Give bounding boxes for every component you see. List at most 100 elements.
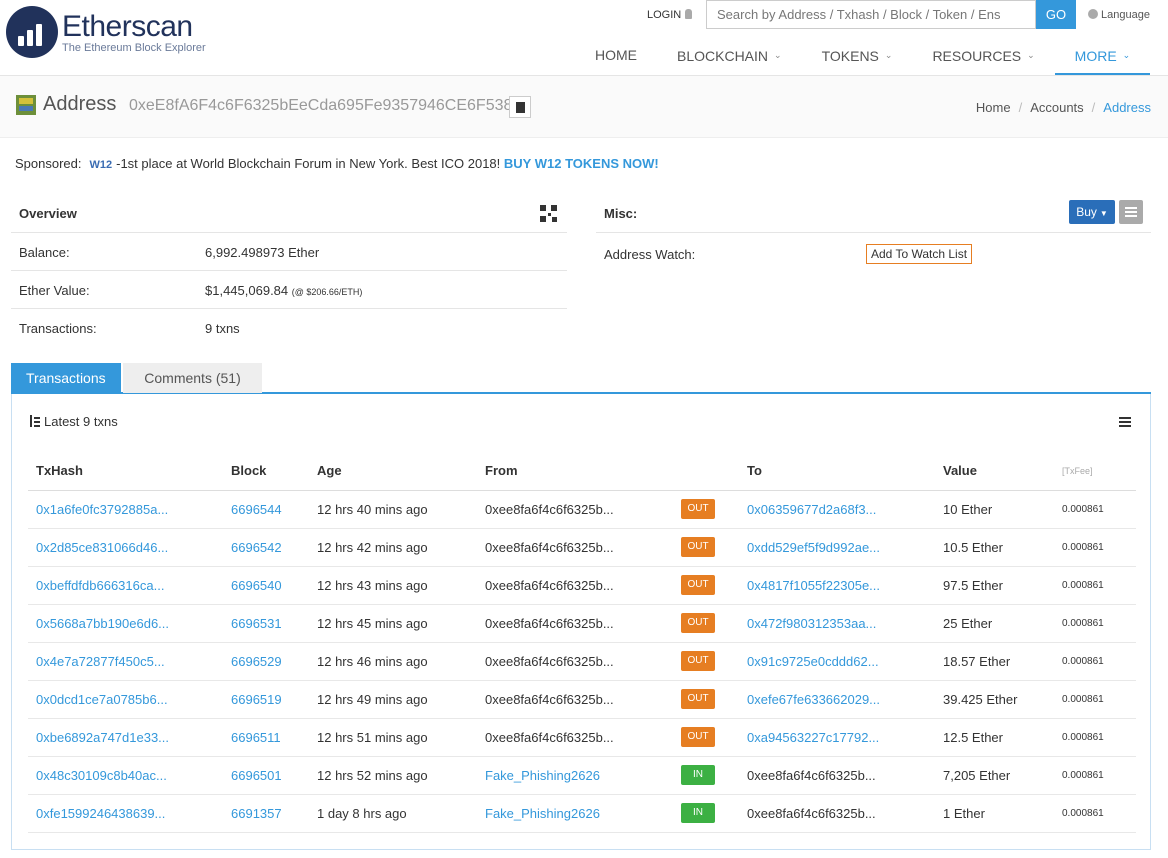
logo-icon xyxy=(6,6,58,58)
address-hash: 0xeE8fA6F4c6F6325bEeCda695Fe9357946CE6F5… xyxy=(129,97,513,114)
nav-home[interactable]: HOME xyxy=(575,35,657,75)
more-options-button[interactable] xyxy=(1119,200,1143,224)
copy-address-button[interactable] xyxy=(509,96,531,118)
nav-resources-label: RESOURCES xyxy=(932,48,1022,64)
from-address[interactable]: Fake_Phishing2626 xyxy=(485,806,600,821)
block-link[interactable]: 6696519 xyxy=(231,692,282,707)
hamburger-menu-icon[interactable] xyxy=(1119,417,1131,427)
table-row: 0x48c30109c8b40ac... 6696501 12 hrs 52 min… xyxy=(28,756,1136,795)
tx-hash-link[interactable]: 0xfe1599246438639... xyxy=(36,806,165,821)
to-address[interactable]: 0xefe67fe633662029... xyxy=(747,692,880,707)
tx-fee: 0.000861 xyxy=(1054,604,1136,643)
from-address: 0xee8fa6f4c6f6325b... xyxy=(485,501,614,517)
tx-age: 12 hrs 51 mins ago xyxy=(309,718,477,757)
login-label: LOGIN xyxy=(647,9,682,21)
language-selector[interactable]: Language xyxy=(1088,9,1150,21)
nav-blockchain[interactable]: BLOCKCHAIN ⌄ xyxy=(657,35,802,75)
block-link[interactable]: 6696542 xyxy=(231,540,282,555)
buy-dropdown-button[interactable]: Buy ▼ xyxy=(1069,200,1115,224)
tx-value: 10.5 Ether xyxy=(935,528,1054,567)
col-direction xyxy=(673,452,739,491)
from-address: 0xee8fa6f4c6f6325b... xyxy=(485,729,614,745)
tx-value: 18.57 Ether xyxy=(935,642,1054,681)
search-go-button[interactable]: GO xyxy=(1036,0,1076,29)
user-icon xyxy=(685,9,693,19)
transactions-table: TxHash Block Age From To Value [TxFee] 0… xyxy=(28,452,1136,833)
block-link[interactable]: 6691357 xyxy=(231,806,282,821)
tx-hash-link[interactable]: 0xbeffdfdb666316ca... xyxy=(36,578,164,593)
list-icon xyxy=(1125,207,1137,209)
tx-value: 12.5 Ether xyxy=(935,718,1054,757)
balance-row: Balance: 6,992.498973 Ether xyxy=(11,232,567,270)
buy-label: Buy xyxy=(1076,205,1097,219)
from-address: 0xee8fa6f4c6f6325b... xyxy=(485,577,614,593)
tx-hash-link[interactable]: 0x5668a7bb190e6d6... xyxy=(36,616,169,631)
tx-hash-link[interactable]: 0x1a6fe0fc3792885a... xyxy=(36,502,168,517)
direction-badge: OUT xyxy=(681,651,715,671)
ether-value-label: Ether Value: xyxy=(19,283,90,298)
tx-hash-link[interactable]: 0x0dcd1ce7a0785b6... xyxy=(36,692,168,707)
block-link[interactable]: 6696531 xyxy=(231,616,282,631)
col-value: Value xyxy=(935,452,1054,491)
from-address[interactable]: Fake_Phishing2626 xyxy=(485,768,600,783)
tx-hash-link[interactable]: 0x48c30109c8b40ac... xyxy=(36,768,167,783)
sponsor-logo[interactable]: W12 xyxy=(90,159,113,171)
globe-icon xyxy=(1088,9,1098,19)
address-watch-label: Address Watch: xyxy=(604,247,696,262)
table-row: 0xbe6892a747d1e33... 6696511 12 hrs 51 min… xyxy=(28,718,1136,757)
tab-comments[interactable]: Comments (51) xyxy=(123,363,262,393)
login-link[interactable]: LOGIN xyxy=(647,9,693,21)
tab-bar: Transactions Comments (51) xyxy=(11,363,1151,394)
sponsored-cta-link[interactable]: BUY W12 TOKENS NOW! xyxy=(504,156,659,171)
tab-transactions[interactable]: Transactions xyxy=(11,363,121,393)
address-identicon xyxy=(16,95,36,115)
nav-more-label: MORE xyxy=(1074,48,1117,64)
block-link[interactable]: 6696501 xyxy=(231,768,282,783)
search-input[interactable] xyxy=(706,0,1036,29)
block-link[interactable]: 6696544 xyxy=(231,502,282,517)
to-address[interactable]: 0x4817f1055f22305e... xyxy=(747,578,880,593)
block-link[interactable]: 6696529 xyxy=(231,654,282,669)
from-address: 0xee8fa6f4c6f6325b... xyxy=(485,615,614,631)
table-row: 0xbeffdfdb666316ca... 6696540 12 hrs 43 mi… xyxy=(28,566,1136,605)
col-to: To xyxy=(739,452,935,491)
copy-icon xyxy=(516,102,525,113)
nav-more[interactable]: MORE ⌄ xyxy=(1054,35,1151,75)
tx-hash-link[interactable]: 0xbe6892a747d1e33... xyxy=(36,730,169,745)
direction-badge: IN xyxy=(681,765,715,785)
breadcrumb-accounts[interactable]: Accounts xyxy=(1030,100,1083,115)
transactions-value: 9 txns xyxy=(205,321,240,336)
tx-hash-link[interactable]: 0x2d85ce831066d46... xyxy=(36,540,168,555)
direction-badge: OUT xyxy=(681,575,715,595)
table-row: 0x5668a7bb190e6d6... 6696531 12 hrs 45 min… xyxy=(28,604,1136,643)
tx-value: 25 Ether xyxy=(935,604,1054,643)
to-address[interactable]: 0xa94563227c17792... xyxy=(747,730,879,745)
logo-tagline: The Ethereum Block Explorer xyxy=(62,42,206,54)
to-address[interactable]: 0x91c9725e0cddd62... xyxy=(747,654,879,669)
tx-hash-link[interactable]: 0x4e7a72877f450c5... xyxy=(36,654,165,669)
balance-label: Balance: xyxy=(19,245,70,260)
nav-resources[interactable]: RESOURCES ⌄ xyxy=(912,35,1054,75)
from-address: 0xee8fa6f4c6f6325b... xyxy=(485,691,614,707)
breadcrumb-home[interactable]: Home xyxy=(976,100,1011,115)
balance-value: 6,992.498973 Ether xyxy=(205,245,320,260)
etherscan-logo[interactable]: Etherscan The Ethereum Block Explorer xyxy=(6,4,226,64)
direction-badge: OUT xyxy=(681,613,715,633)
tx-age: 12 hrs 52 mins ago xyxy=(309,756,477,795)
block-link[interactable]: 6696540 xyxy=(231,578,282,593)
to-address[interactable]: 0x06359677d2a68f3... xyxy=(747,502,876,517)
breadcrumb-address: Address xyxy=(1103,100,1151,115)
tx-fee: 0.000861 xyxy=(1054,528,1136,567)
to-address[interactable]: 0x472f980312353aa... xyxy=(747,616,876,631)
block-link[interactable]: 6696511 xyxy=(231,730,281,745)
ether-value: $1,445,069.84 (@ $206.66/ETH) xyxy=(205,283,362,298)
add-to-watch-list-button[interactable]: Add To Watch List xyxy=(866,244,973,264)
ether-value-amount: $1,445,069.84 xyxy=(205,283,289,298)
sponsored-label: Sponsored: xyxy=(15,156,82,171)
tx-age: 12 hrs 45 mins ago xyxy=(309,604,477,643)
tx-value: 97.5 Ether xyxy=(935,566,1054,605)
qr-code-icon[interactable] xyxy=(540,205,557,222)
nav-blockchain-label: BLOCKCHAIN xyxy=(677,48,769,64)
to-address[interactable]: 0xdd529ef5f9d992ae... xyxy=(747,540,880,555)
nav-tokens[interactable]: TOKENS ⌄ xyxy=(802,35,913,75)
